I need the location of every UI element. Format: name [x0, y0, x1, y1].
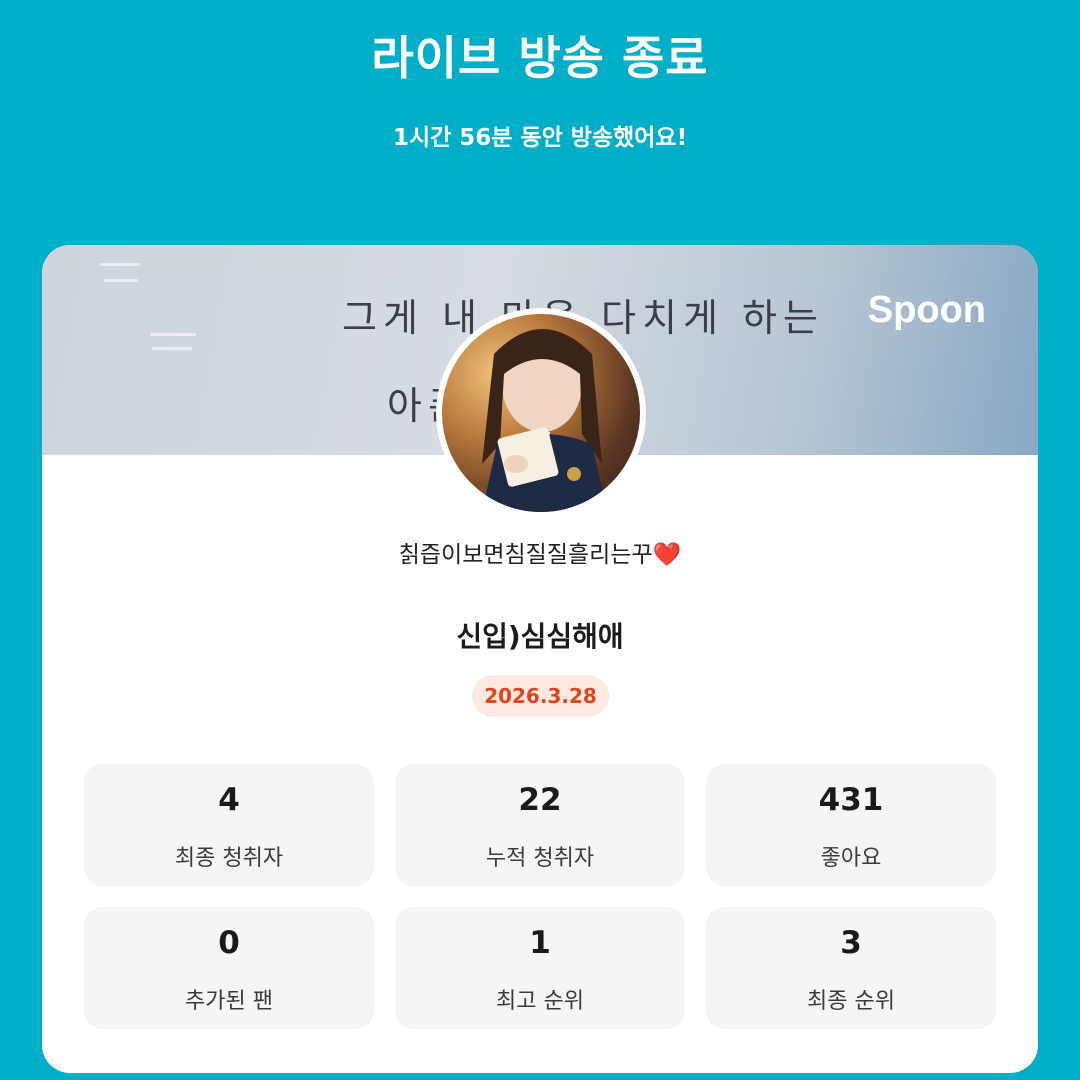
broadcast-title: 신입)심심해애 — [456, 620, 624, 653]
stat-final-rank: 3 최종 순위 — [706, 907, 996, 1029]
broadcast-summary-card: 그게 내 마음 다치게 하는 아픈 모르고 Spoon 칡즙이보면침질질흘리는꾸… — [42, 245, 1038, 1073]
stat-label: 최고 순위 — [496, 989, 584, 1014]
stat-label: 최종 청취자 — [174, 846, 284, 871]
avatar-image — [482, 329, 607, 512]
avatar — [436, 308, 646, 518]
stat-added-fans: 0 추가된 팬 — [84, 907, 374, 1029]
banner-decoration — [150, 333, 196, 336]
stat-label: 누적 청취자 — [485, 846, 595, 871]
page-title: 라이브 방송 종료 — [371, 31, 709, 85]
stat-likes: 431 좋아요 — [706, 764, 996, 886]
stat-value: 431 — [818, 782, 884, 818]
stat-value: 0 — [218, 925, 240, 961]
banner-decoration — [152, 347, 192, 350]
stat-label: 좋아요 — [820, 846, 882, 871]
heart-icon: ❤️ — [652, 542, 682, 568]
stat-final-listeners: 4 최종 청취자 — [84, 764, 374, 886]
spoon-logo: Spoon — [867, 289, 986, 331]
stat-value: 1 — [529, 925, 551, 961]
stat-best-rank: 1 최고 순위 — [395, 907, 685, 1029]
broadcast-duration: 1시간 56분 동안 방송했어요! — [392, 125, 688, 151]
stat-total-listeners: 22 누적 청취자 — [395, 764, 685, 886]
stat-label: 최종 순위 — [807, 989, 895, 1014]
streamer-nickname: 칡즙이보면침질질흘리는꾸❤️ — [42, 535, 1038, 569]
stat-value: 22 — [518, 782, 562, 818]
date-badge: 2026.3.28 — [472, 675, 609, 717]
banner-decoration — [104, 279, 138, 282]
banner-decoration — [100, 263, 140, 266]
nickname-text: 칡즙이보면침질질흘리는꾸 — [398, 542, 653, 568]
stat-value: 3 — [840, 925, 862, 961]
stat-value: 4 — [218, 782, 240, 818]
stat-label: 추가된 팬 — [185, 989, 273, 1014]
